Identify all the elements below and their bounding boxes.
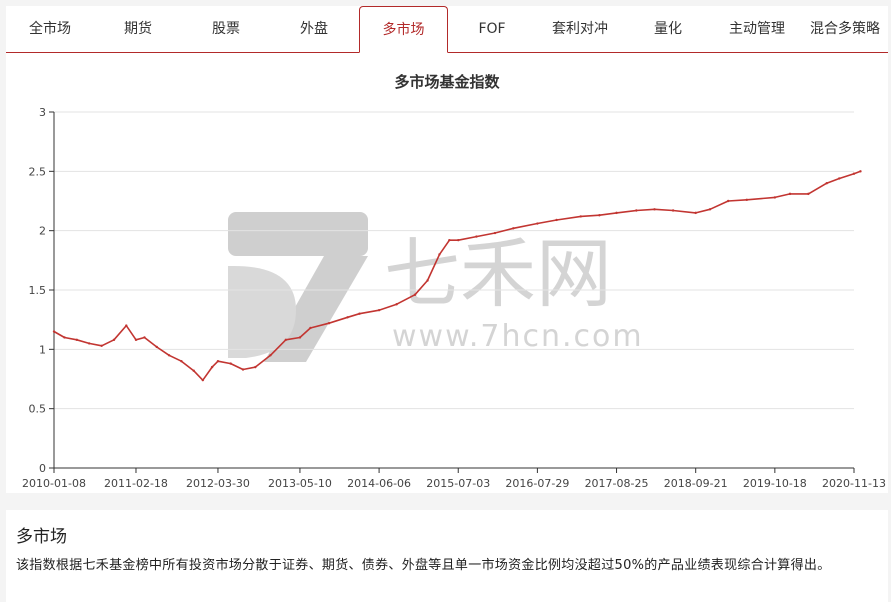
series-point-9 [155, 345, 158, 349]
series-point-41 [635, 209, 638, 212]
tab-8[interactable]: 量化 [624, 6, 712, 52]
series-point-47 [745, 198, 748, 202]
x-tick-label-6: 2016-07-29 [505, 477, 569, 490]
series-point-1 [63, 336, 66, 339]
series-point-14 [210, 365, 214, 369]
series-point-42 [653, 208, 656, 211]
series-point-33 [475, 235, 478, 238]
series-point-36 [536, 222, 539, 225]
series-point-12 [192, 369, 195, 372]
series-point-37 [555, 218, 558, 222]
series-point-20 [284, 338, 288, 342]
series-point-49 [788, 192, 792, 196]
series-point-10 [167, 354, 171, 357]
series-point-17 [241, 368, 245, 371]
x-tick-label-3: 2013-05-10 [268, 477, 332, 490]
x-tick-label-9: 2019-10-18 [743, 477, 807, 490]
series-point-51 [825, 182, 828, 185]
series-point-29 [426, 279, 429, 282]
x-tick-label-1: 2011-02-18 [104, 477, 168, 490]
x-tick-label-7: 2017-08-25 [585, 477, 649, 490]
x-tick-label-0: 2010-01-08 [22, 477, 86, 490]
y-tick-label-2: 1 [39, 343, 46, 356]
series-point-4 [100, 344, 103, 347]
series-point-32 [457, 238, 460, 242]
series-point-28 [413, 293, 417, 296]
x-tick-label-10: 2020-11-13 [822, 477, 886, 490]
series-point-0 [52, 330, 56, 333]
series-point-21 [298, 336, 302, 339]
tab-7[interactable]: 套利对冲 [536, 6, 624, 52]
watermark-7-top [228, 212, 368, 256]
series-point-34 [493, 231, 497, 235]
tab-1[interactable]: 全市场 [6, 6, 94, 52]
x-tick-label-2: 2012-03-30 [186, 477, 250, 490]
tab-9[interactable]: 主动管理 [712, 6, 802, 52]
series-point-53 [852, 172, 856, 175]
series-point-8 [143, 336, 146, 339]
tab-3[interactable]: 股票 [182, 6, 270, 52]
x-tick-label-8: 2018-09-21 [664, 477, 728, 490]
series-point-27 [395, 303, 398, 306]
series-point-46 [727, 199, 730, 203]
y-tick-label-1: 0.5 [29, 403, 47, 416]
x-tick-label-5: 2015-07-03 [426, 477, 490, 490]
series-point-54 [859, 170, 862, 173]
chart-panel: 全市场 期货 股票 外盘 多市场 FOF 套利对冲 量化 主动管理 混合多策略 七禾网 www.7… [6, 6, 888, 493]
series-point-18 [254, 365, 257, 369]
index-chart: 七禾网 www.7hcn.com 多市场基金指数 0 0.5 1 1.5 2 2.5 3 20… [22, 73, 886, 490]
series-point-23 [327, 322, 331, 325]
series-point-48 [773, 196, 777, 199]
y-tick-label-4: 2 [39, 225, 46, 238]
description-title: 多市场 [16, 527, 67, 547]
watermark-brand-text: 七禾网 [384, 229, 612, 318]
category-tabs: 全市场 期货 股票 外盘 多市场 FOF 套利对冲 量化 主动管理 混合多策略 [6, 6, 888, 53]
y-tick-label-5: 2.5 [29, 165, 47, 178]
description-text: 该指数根据七禾基金榜中所有投资市场分散于证券、期货、债券、外盘等且单一市场资金比… [16, 558, 831, 573]
series-point-26 [377, 308, 381, 312]
series-point-44 [694, 211, 697, 215]
tab-2[interactable]: 期货 [94, 6, 182, 52]
x-tick-label-4: 2014-06-06 [347, 477, 411, 490]
series-point-6 [125, 324, 128, 327]
series-point-22 [309, 326, 312, 330]
series-point-11 [180, 360, 183, 363]
series-point-40 [615, 211, 618, 215]
series-point-50 [807, 192, 810, 196]
y-tick-label-6: 3 [39, 106, 46, 119]
description-panel: 多市场 该指数根据七禾基金榜中所有投资市场分散于证券、期货、债券、外盘等且单一市… [6, 510, 888, 602]
series-point-15 [216, 360, 220, 363]
series-point-3 [87, 342, 91, 345]
series-point-52 [838, 177, 841, 180]
series-point-31 [448, 238, 451, 242]
watermark-url-text: www.7hcn.com [392, 319, 644, 354]
series-point-13 [201, 378, 205, 382]
series-point-38 [579, 215, 583, 218]
tab-5[interactable]: 多市场 [359, 6, 448, 53]
y-tick-label-3: 1.5 [29, 284, 47, 297]
series-point-2 [75, 338, 79, 342]
series-point-24 [346, 316, 349, 319]
tab-6[interactable]: FOF [448, 6, 536, 52]
y-tick-label-0: 0 [39, 462, 46, 475]
series-point-35 [512, 227, 515, 230]
series-point-7 [134, 338, 138, 342]
chart-title: 多市场基金指数 [394, 73, 500, 91]
tab-4[interactable]: 外盘 [270, 6, 358, 52]
series-point-16 [229, 362, 232, 365]
series-point-19 [269, 354, 272, 357]
series-point-5 [112, 338, 116, 342]
series-point-25 [358, 312, 361, 315]
series-point-39 [598, 214, 601, 217]
tab-10[interactable]: 混合多策略 [802, 6, 888, 52]
series-point-30 [438, 253, 441, 256]
series-point-45 [708, 208, 712, 211]
series-point-43 [671, 209, 675, 212]
